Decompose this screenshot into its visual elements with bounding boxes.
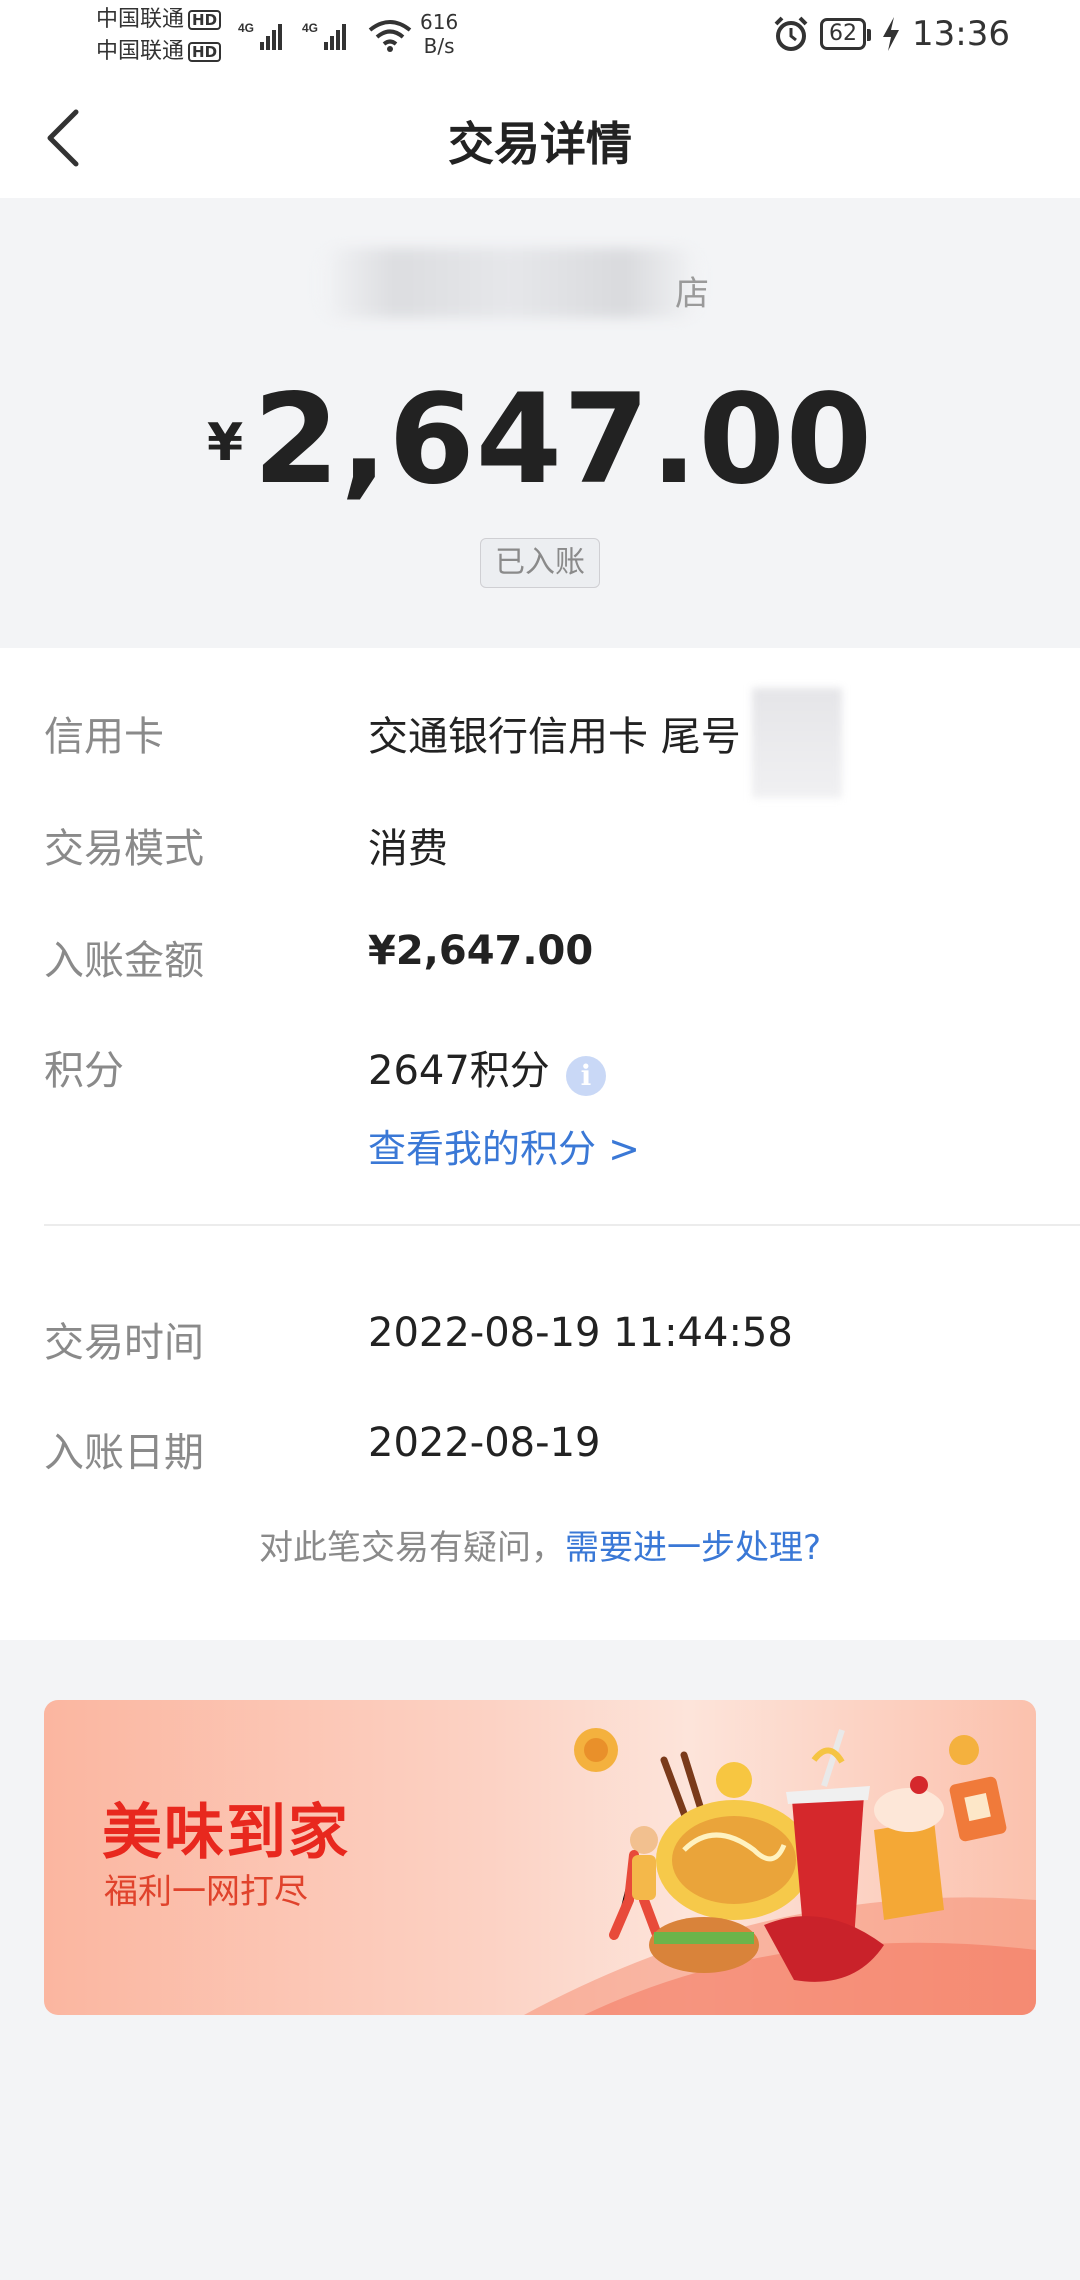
transaction-details: 信用卡 交通银行信用卡 尾号5 交易模式 消费 入账金额 ¥2,647.00 积… [0,648,1080,1640]
battery-indicator: 62 [820,18,872,50]
dispute-link[interactable]: 需要进一步处理? [565,1528,821,1568]
value-posting-date: 2022-08-19 [368,1420,601,1466]
value-points: 2647积分 [368,1048,550,1094]
net-type-2: 4G [302,21,318,35]
card-number-blur [752,688,842,798]
signal-icon-1: 4G [238,21,282,50]
page-title: 交易详情 [448,117,632,171]
carrier-label-2: 中国联通 HD [96,39,222,64]
banner-title: 美味到家 [102,1798,350,1868]
carrier-label-1: 中国联通 HD [96,7,222,32]
label-posted-amount: 入账金额 [44,938,204,984]
net-speed-value: 616 [420,10,459,34]
status-badge: 已入账 [480,538,600,588]
info-icon[interactable]: i [566,1056,606,1096]
merchant-name-suffix: 店 [675,274,709,314]
label-posting-date: 入账日期 [44,1430,204,1476]
promo-banner[interactable]: 美味到家 福利一网打尽 [44,1700,1036,2015]
transaction-amount: 2,647.00 [253,368,874,512]
food-illustration-icon [524,1728,1036,2015]
status-bar: 中国联通 HD 中国联通 HD 4G 4G 616 B/s 62 13:36 [0,0,1080,78]
alarm-icon [774,16,808,51]
currency-symbol: ¥ [206,413,244,473]
dispute-prompt: 对此笔交易有疑问，需要进一步处理? [0,1520,1080,1569]
signal-icon-2: 4G [302,21,346,50]
status-right-group: 62 13:36 [772,14,1010,54]
value-posted-amount: ¥2,647.00 [368,928,594,974]
carrier-name-1: 中国联通 [96,7,185,32]
wifi-icon [368,20,412,52]
carrier-name-2: 中国联通 [96,39,185,64]
transaction-summary: 店 ¥2,647.00 已入账 [0,198,1080,648]
banner-subtitle: 福利一网打尽 [104,1872,308,1912]
charging-icon [883,17,900,51]
merchant-name-redacted [320,248,700,318]
net-speed-unit: B/s [423,34,455,58]
card-name: 交通银行信用卡 尾号 [368,714,741,760]
value-transaction-time: 2022-08-19 11:44:58 [368,1310,793,1356]
nav-bar: 交易详情 [0,78,1080,198]
net-type-1: 4G [238,21,254,35]
net-speed: 616 B/s [420,10,458,58]
value-transaction-mode: 消费 [368,826,448,872]
hd-badge-2: HD [188,42,222,62]
label-transaction-time: 交易时间 [44,1320,204,1366]
hd-badge-1: HD [188,10,222,30]
dispute-text: 对此笔交易有疑问， [258,1528,565,1568]
section-divider [44,1224,1080,1226]
label-points: 积分 [44,1048,124,1094]
label-credit-card: 信用卡 [44,714,164,760]
label-transaction-mode: 交易模式 [44,826,204,872]
amount-display: ¥2,647.00 [0,368,1080,512]
clock-time: 13:36 [912,14,1010,54]
view-my-points-link[interactable]: 查看我的积分 > [368,1118,640,1173]
